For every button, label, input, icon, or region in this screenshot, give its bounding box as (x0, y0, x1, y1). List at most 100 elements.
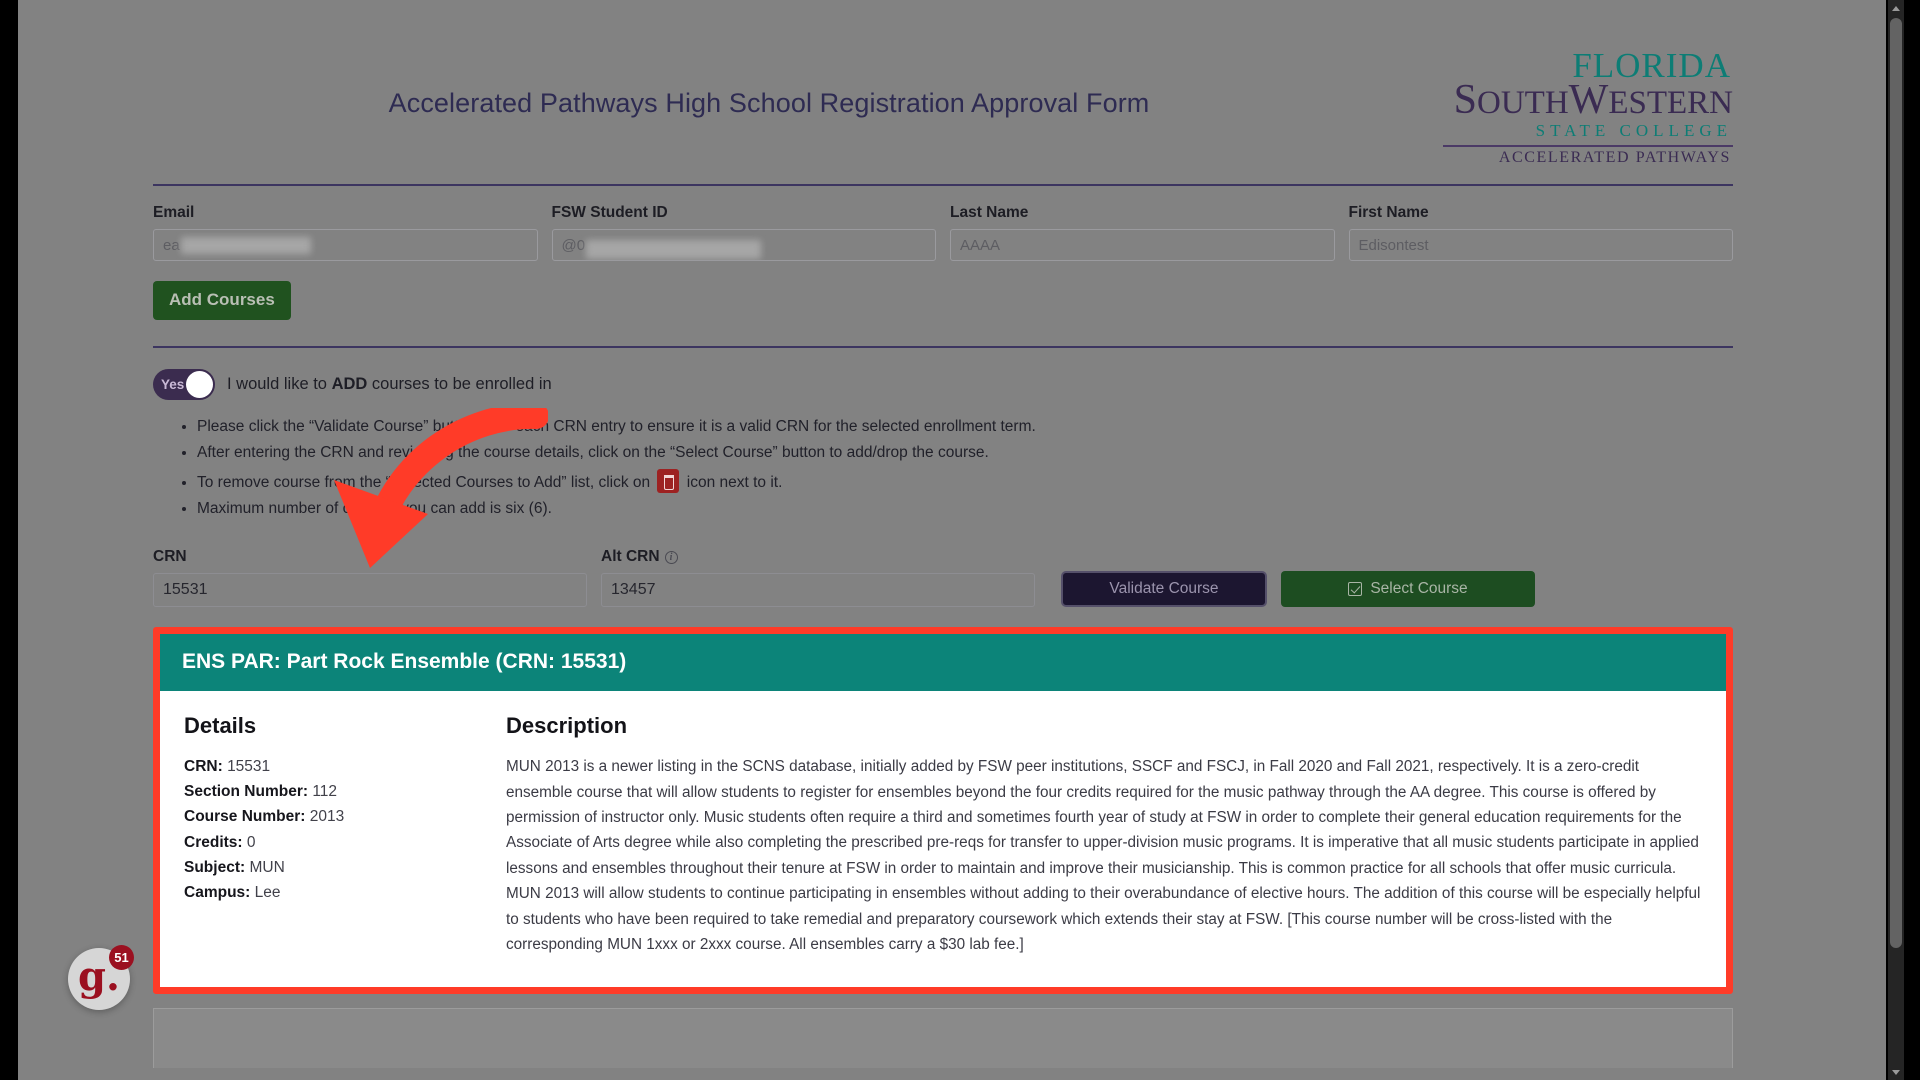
detail-section-number: Section Number: 112 (184, 779, 492, 804)
detail-subject: Subject: MUN (184, 855, 492, 880)
field-label-fsw-student-id: FSW Student ID (551, 204, 668, 221)
toggle-knob (186, 371, 213, 398)
window-edge-right (1904, 0, 1920, 1080)
crn-label: CRN (153, 548, 587, 566)
screen: Accelerated Pathways High School Registr… (0, 0, 1920, 1080)
chat-widget-badge[interactable]: g. 51 (68, 945, 134, 1010)
email-input[interactable]: ea (153, 229, 538, 261)
detail-course-number-value: 2013 (309, 808, 345, 826)
crn-input-value: 15531 (163, 581, 208, 599)
detail-subject-label: Subject: (184, 858, 246, 876)
toggle-text-strong: ADD (331, 375, 368, 393)
detail-campus: Campus: Lee (184, 880, 492, 905)
logo-sw-w: W (1568, 77, 1609, 123)
first-name-value: Edisontest (1358, 236, 1429, 254)
window-edge-left (0, 0, 18, 1080)
alt-crn-label: Alt CRN i (601, 548, 1035, 566)
field-label-first-name: First Name (1348, 204, 1429, 221)
add-courses-toggle[interactable]: Yes (153, 369, 215, 400)
info-icon[interactable]: i (664, 550, 678, 564)
alt-crn-label-text: Alt CRN (601, 548, 660, 566)
toggle-text-pre: I would like to (227, 375, 332, 393)
course-description-text: MUN 2013 is a newer listing in the SCNS … (506, 758, 1701, 953)
instruction-item-2: After entering the CRN and reviewing the… (197, 442, 1733, 464)
logo-sw-s: S (1453, 77, 1478, 123)
last-name-input[interactable]: AAAA (950, 229, 1335, 261)
scrollbar-thumb[interactable] (1890, 18, 1902, 948)
detail-crn: CRN: 15531 (184, 754, 492, 779)
logo-line-accelerated-pathways: ACCELERATED PATHWAYS (1498, 149, 1731, 166)
detail-campus-label: Campus: (184, 883, 251, 901)
first-name-input[interactable]: Edisontest (1348, 229, 1733, 261)
vertical-scrollbar[interactable] (1888, 0, 1904, 1080)
detail-credits: Credits: 0 (184, 830, 492, 855)
checkbox-icon (1348, 582, 1363, 597)
description-heading: Description (506, 713, 628, 739)
alt-crn-input[interactable]: 13457 (601, 573, 1035, 608)
fsw-logo: FLORIDA SOUTHWESTERN STATE COLLEGE ACCEL… (1443, 48, 1733, 166)
instructions-list: Please click the “Validate Course” butto… (197, 416, 1733, 520)
instruction-item-3: To remove course from the “Selected Cour… (197, 468, 1733, 494)
detail-course-number-label: Course Number: (184, 808, 306, 826)
crn-label-text: CRN (153, 548, 187, 566)
logo-sw-outh: OUTH (1477, 85, 1569, 121)
detail-campus-value: Lee (254, 883, 281, 901)
crn-input[interactable]: 15531 (153, 573, 587, 608)
scrollbar-up-arrow-icon[interactable] (1888, 0, 1904, 16)
email-input-value: ea (163, 236, 180, 254)
detail-subject-value: MUN (249, 858, 285, 876)
field-label-last-name: Last Name (950, 204, 1029, 221)
field-last-name: Last Name AAAA (950, 204, 1335, 261)
email-redaction (180, 236, 311, 254)
last-name-value: AAAA (960, 236, 1001, 254)
toggle-text-post: courses to be enrolled in (367, 375, 552, 393)
field-label-email: Email (153, 204, 195, 221)
next-section-panel (153, 1008, 1733, 1069)
course-card-body: Details CRN: 15531 Section Number: 112 C… (160, 691, 1726, 988)
crn-entry-row: CRN 15531 Alt CRN i 13457 Validate Cours… (153, 548, 1733, 608)
instruction-3-pre: To remove course from the “Selected Cour… (197, 473, 655, 491)
course-detail-card: ENS PAR: Part Rock Ensemble (CRN: 15531)… (153, 627, 1733, 995)
course-details-column: Details CRN: 15531 Section Number: 112 C… (182, 713, 492, 957)
field-email: Email ea (153, 204, 538, 261)
select-course-label: Select Course (1370, 580, 1468, 598)
logo-sw-estern: ESTERN (1608, 85, 1733, 121)
detail-section-number-label: Section Number: (184, 783, 309, 801)
chat-unread-count: 51 (109, 945, 134, 970)
detail-crn-value: 15531 (227, 758, 271, 776)
logo-line-state-college: STATE COLLEGE (1535, 121, 1732, 140)
course-card-header: ENS PAR: Part Rock Ensemble (CRN: 15531) (160, 634, 1726, 692)
page-content: Accelerated Pathways High School Registr… (18, 0, 1868, 1069)
detail-section-number-value: 112 (312, 783, 338, 801)
page-canvas: Accelerated Pathways High School Registr… (18, 0, 1886, 1080)
header-divider (153, 184, 1733, 186)
detail-credits-value: 0 (246, 833, 256, 851)
form-header: Accelerated Pathways High School Registr… (153, 26, 1733, 174)
course-description-column: Description MUN 2013 is a newer listing … (506, 713, 1704, 957)
details-heading: Details (184, 713, 257, 739)
fsw-student-id-redaction (586, 240, 762, 259)
detail-credits-label: Credits: (184, 833, 243, 851)
alt-crn-field-group: Alt CRN i 13457 (601, 548, 1035, 608)
instruction-item-1: Please click the “Validate Course” butto… (197, 416, 1733, 438)
scrollbar-down-arrow-icon[interactable] (1888, 1064, 1904, 1080)
add-courses-toggle-label: I would like to ADD courses to be enroll… (227, 375, 552, 394)
detail-crn-label: CRN: (184, 758, 223, 776)
field-fsw-student-id: FSW Student ID @0 (551, 204, 936, 261)
instruction-3-post: icon next to it. (682, 473, 783, 491)
validate-course-button[interactable]: Validate Course (1061, 571, 1267, 608)
add-courses-toggle-row: Yes I would like to ADD courses to be en… (153, 369, 1733, 400)
instruction-item-4: Maximum number of courses you can add is… (197, 498, 1733, 520)
select-course-button[interactable]: Select Course (1281, 571, 1535, 608)
logo-line-southwestern: SOUTHWESTERN (1443, 79, 1733, 121)
alt-crn-input-value: 13457 (611, 581, 656, 599)
fsw-student-id-input[interactable]: @0 (551, 229, 936, 261)
toggle-state-label: Yes (161, 377, 185, 392)
trash-icon (657, 468, 680, 493)
section-divider (153, 346, 1733, 348)
student-info-fields: Email ea FSW Student ID @0 Last Name AAA… (153, 204, 1733, 261)
field-first-name: First Name Edisontest (1348, 204, 1733, 261)
logo-divider (1443, 145, 1733, 147)
add-courses-button[interactable]: Add Courses (153, 281, 291, 320)
form-sheet: Accelerated Pathways High School Registr… (153, 0, 1733, 1069)
